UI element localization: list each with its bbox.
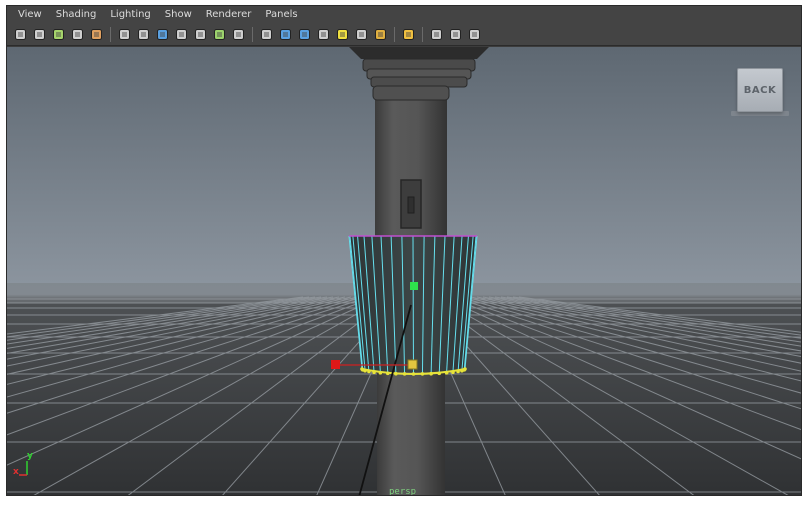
cup-vertex[interactable] bbox=[463, 367, 467, 371]
menu-shading[interactable]: Shading bbox=[49, 6, 104, 24]
cup-vertex[interactable] bbox=[402, 372, 407, 376]
cup-vertex[interactable] bbox=[378, 371, 383, 375]
select-camera-icon[interactable] bbox=[13, 27, 29, 43]
center-manipulator-handle[interactable] bbox=[407, 359, 418, 370]
film-gate-icon[interactable] bbox=[136, 27, 152, 43]
shadows-icon[interactable] bbox=[354, 27, 370, 43]
smooth-shade-icon[interactable] bbox=[278, 27, 294, 43]
toolbar-separator bbox=[422, 27, 423, 42]
cup-vertex[interactable] bbox=[372, 370, 376, 375]
y-manipulator-handle[interactable] bbox=[410, 282, 418, 290]
maya-viewport-panel: View Shading Lighting Show Renderer Pane… bbox=[6, 5, 802, 496]
plaque-slot bbox=[407, 196, 415, 214]
x-manipulator-handle[interactable] bbox=[331, 360, 340, 369]
field-chart-icon[interactable] bbox=[193, 27, 209, 43]
menu-view[interactable]: View bbox=[11, 6, 49, 24]
gizmo-x-label: x bbox=[13, 467, 19, 477]
cup-vertex[interactable] bbox=[420, 372, 425, 376]
cup-vertex[interactable] bbox=[429, 371, 433, 376]
cup-vertex[interactable] bbox=[456, 369, 460, 374]
cup-vertex[interactable] bbox=[385, 371, 390, 376]
use-all-lights-icon[interactable] bbox=[335, 27, 351, 43]
cup-vertex[interactable] bbox=[444, 371, 449, 375]
gate-mask-icon[interactable] bbox=[174, 27, 190, 43]
2d-pan-zoom-icon[interactable] bbox=[89, 27, 105, 43]
cup-vertex[interactable] bbox=[451, 370, 455, 375]
isolate-select-icon[interactable] bbox=[401, 27, 417, 43]
image-plane-icon[interactable] bbox=[70, 27, 86, 43]
bookmarks-icon[interactable] bbox=[51, 27, 67, 43]
menu-panels[interactable]: Panels bbox=[258, 6, 304, 24]
high-quality-icon[interactable] bbox=[373, 27, 389, 43]
cup-vertex[interactable] bbox=[367, 369, 371, 374]
viewcube-back-button[interactable]: BACK bbox=[737, 68, 783, 112]
menu-renderer[interactable]: Renderer bbox=[199, 6, 259, 24]
camera-name-label: persp bbox=[389, 487, 417, 496]
cup-vertex[interactable] bbox=[437, 371, 442, 376]
lower-pole bbox=[377, 367, 445, 495]
cup-wire-edge bbox=[412, 235, 414, 375]
grid-icon[interactable] bbox=[117, 27, 133, 43]
menu-lighting[interactable]: Lighting bbox=[103, 6, 157, 24]
wireframe-on-shaded-icon[interactable] bbox=[297, 27, 313, 43]
panel-menu-bar: View Shading Lighting Show Renderer Pane… bbox=[7, 6, 801, 24]
viewport-scene bbox=[7, 47, 801, 495]
toolbar-separator bbox=[110, 27, 111, 42]
wireframe-icon[interactable] bbox=[259, 27, 275, 43]
cup-vertex[interactable] bbox=[411, 372, 416, 376]
toolbar-separator bbox=[252, 27, 253, 42]
camera-attributes-icon[interactable] bbox=[32, 27, 48, 43]
safe-title-icon[interactable] bbox=[231, 27, 247, 43]
resolution-gate-icon[interactable] bbox=[155, 27, 171, 43]
capital-top bbox=[349, 47, 489, 59]
safe-action-icon[interactable] bbox=[212, 27, 228, 43]
gizmo-y-label: y bbox=[27, 451, 33, 461]
xray-icon[interactable] bbox=[429, 27, 445, 43]
xray-joints-icon[interactable] bbox=[448, 27, 464, 43]
toolbar-separator bbox=[394, 27, 395, 42]
panel-toolbar bbox=[7, 24, 801, 46]
menu-show[interactable]: Show bbox=[158, 6, 199, 24]
xray-components-icon[interactable] bbox=[467, 27, 483, 43]
cup-vertex[interactable] bbox=[363, 368, 367, 373]
cup-vertex[interactable] bbox=[394, 371, 398, 376]
perspective-viewport[interactable]: BACK y x persp bbox=[7, 47, 801, 496]
textured-icon[interactable] bbox=[316, 27, 332, 43]
capital-neck bbox=[372, 85, 450, 101]
